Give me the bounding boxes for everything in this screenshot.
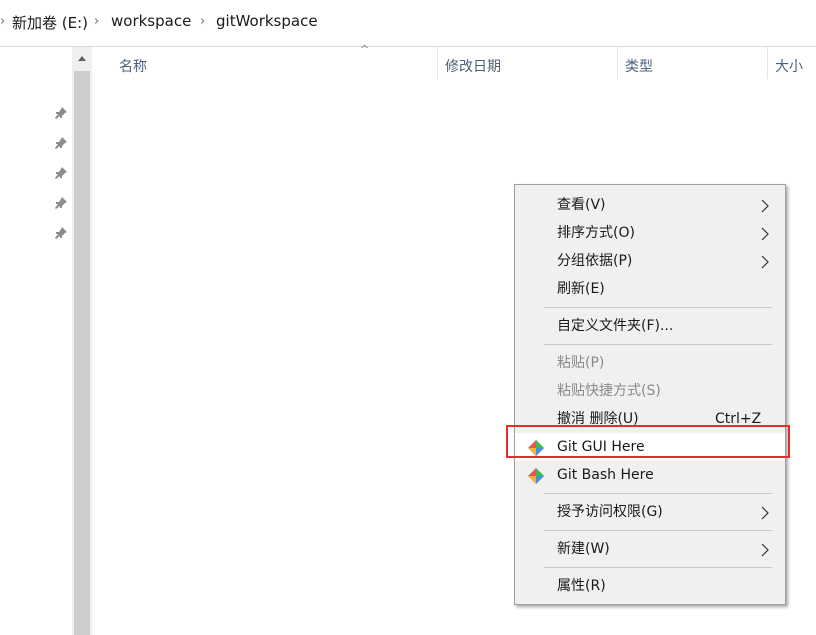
column-name[interactable]: 名称 [119,56,147,76]
menu-item-label: 粘贴快捷方式(S) [557,383,661,399]
chevron-right-icon [761,255,769,269]
menu-item-paste[interactable]: 粘贴(P) [515,349,785,377]
breadcrumb: › 新加卷 (E:) › workspace › gitWorkspace [0,0,816,47]
chevron-right-icon [761,199,769,213]
column-type[interactable]: 类型 [625,56,653,76]
pin-icon[interactable] [54,166,68,180]
column-modified[interactable]: 修改日期 [445,56,501,76]
menu-item-group-by[interactable]: 分组依据(P) [515,247,785,275]
pin-icon[interactable] [54,226,68,240]
menu-item-properties[interactable]: 属性(R) [515,572,785,600]
menu-item-label: 查看(V) [557,197,606,213]
menu-item-label: 粘贴(P) [557,355,605,371]
sort-up-icon: ^ [360,43,370,56]
breadcrumb-item-drive[interactable]: 新加卷 (E:) [12,12,88,33]
column-divider[interactable] [437,47,438,79]
menu-item-give-access[interactable]: 授予访问权限(G) [515,498,785,526]
chevron-right-icon[interactable]: › [200,14,205,29]
menu-item-label: 分组依据(P) [557,253,633,269]
chevron-right-icon [761,227,769,241]
menu-item-label: 新建(W) [557,541,610,557]
navigation-pane [0,47,72,635]
menu-item-label: 授予访问权限(G) [557,504,663,520]
caret-up-icon [78,56,86,61]
menu-item-label: Git Bash Here [557,467,654,483]
menu-item-customize-folder[interactable]: 自定义文件夹(F)... [515,312,785,340]
chevron-right-icon [761,506,769,520]
column-header: ^ 名称 修改日期 类型 大小 [92,43,816,83]
menu-item-label: 属性(R) [557,578,606,594]
column-divider[interactable] [767,47,768,79]
menu-item-view[interactable]: 查看(V) [515,191,785,219]
chevron-right-icon[interactable]: › [0,14,5,29]
column-size[interactable]: 大小 [775,56,803,76]
menu-item-label: 刷新(E) [557,281,605,297]
menu-separator [544,493,772,494]
pin-icon[interactable] [54,106,68,120]
scroll-thumb[interactable] [74,71,90,635]
menu-item-new[interactable]: 新建(W) [515,535,785,563]
git-icon [528,468,544,484]
menu-item-paste-shortcut[interactable]: 粘贴快捷方式(S) [515,377,785,405]
menu-separator [544,530,772,531]
menu-separator [544,567,772,568]
scroll-up-button[interactable] [72,47,92,69]
menu-item-label: 自定义文件夹(F)... [557,318,674,334]
nav-scrollbar[interactable] [72,47,92,635]
menu-item-sort-by[interactable]: 排序方式(O) [515,219,785,247]
pin-icon[interactable] [54,136,68,150]
highlight-box [506,425,790,458]
menu-item-git-bash[interactable]: Git Bash Here [515,461,785,489]
menu-item-label: 排序方式(O) [557,225,635,241]
menu-item-refresh[interactable]: 刷新(E) [515,275,785,303]
menu-separator [544,344,772,345]
chevron-right-icon[interactable]: › [94,14,99,29]
context-menu: 查看(V) 排序方式(O) 分组依据(P) 刷新(E) 自定义文件夹(F)...… [514,184,786,605]
pin-icon[interactable] [54,196,68,210]
breadcrumb-item-workspace[interactable]: workspace [111,12,191,30]
column-divider[interactable] [617,47,618,79]
breadcrumb-item-gitworkspace[interactable]: gitWorkspace [216,12,318,30]
chevron-right-icon [761,543,769,557]
menu-separator [544,307,772,308]
